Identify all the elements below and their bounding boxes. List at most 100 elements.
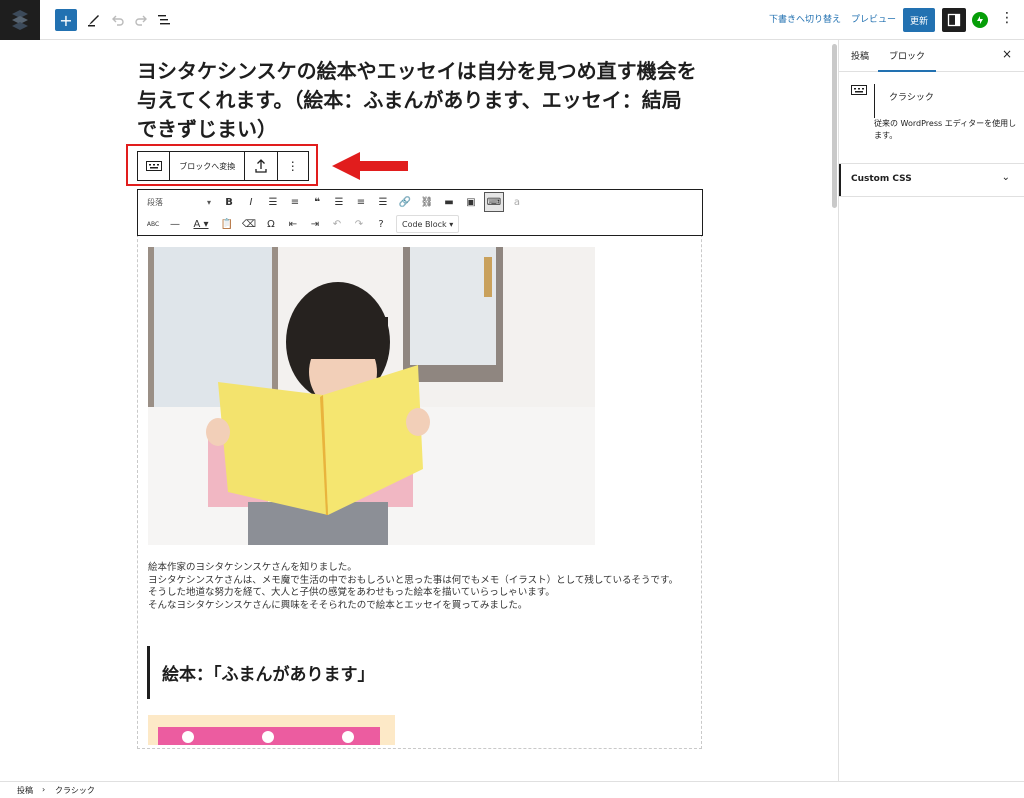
read-more-icon: ▬ bbox=[444, 196, 454, 208]
wordpress-logo[interactable] bbox=[0, 0, 40, 40]
align-center-icon: ≡ bbox=[356, 196, 366, 208]
dropdown-arrow-icon: ▾ bbox=[206, 197, 211, 207]
numbered-list-button[interactable]: ≡ bbox=[286, 193, 304, 211]
align-center-button[interactable]: ≡ bbox=[352, 193, 370, 211]
help-button[interactable]: ? bbox=[372, 215, 390, 233]
tab-block[interactable]: ブロック bbox=[878, 49, 937, 72]
block-type-button[interactable] bbox=[138, 152, 171, 180]
paste-text-button[interactable]: 📋 bbox=[218, 215, 236, 233]
redo-icon: ↷ bbox=[354, 218, 364, 230]
plus-icon: + bbox=[59, 10, 73, 30]
chevron-right-icon: › bbox=[42, 785, 46, 794]
jetpack-button[interactable] bbox=[972, 12, 988, 28]
list-view-icon bbox=[158, 15, 170, 25]
horizontal-line-button[interactable]: — bbox=[166, 215, 184, 233]
classic-editor-toolbar: 段落 ▾ B I ☰ ≡ ❝ ☰ ≡ ☰ 🔗 ⛓ ▬ ▣ ⌨ a ABC — A … bbox=[137, 189, 703, 236]
breadcrumb-post[interactable]: 投稿 bbox=[17, 785, 33, 796]
convert-to-blocks-button[interactable]: ブロックへ変換 bbox=[170, 152, 246, 180]
post-body[interactable]: 絵本作家のヨシタケシンスケさんを知りました。 ヨシタケシンスケさんは、メモ魔で生… bbox=[148, 562, 693, 612]
settings-sidebar: 投稿 ブロック × クラシック 従来の WordPress エディターを使用しま… bbox=[838, 40, 1024, 781]
block-name: クラシック bbox=[889, 93, 934, 103]
amazon-button[interactable]: a bbox=[508, 193, 526, 211]
strikethrough-button[interactable]: ABC bbox=[144, 215, 162, 233]
sidebar-toggle-icon bbox=[947, 13, 961, 27]
redo-icon bbox=[135, 15, 147, 26]
tools-button[interactable] bbox=[86, 8, 102, 32]
close-sidebar-button[interactable]: × bbox=[1002, 47, 1012, 61]
panel-focus-bar bbox=[839, 164, 841, 196]
book-cover-image[interactable] bbox=[148, 715, 395, 745]
book-cover-illustration bbox=[158, 727, 380, 745]
update-button[interactable]: 更新 bbox=[903, 8, 935, 32]
sidebar-tabs: 投稿 ブロック × bbox=[839, 40, 1024, 72]
custom-css-panel[interactable]: Custom CSS ⌄ bbox=[839, 164, 1024, 197]
link-icon: 🔗 bbox=[398, 196, 412, 208]
italic-icon: I bbox=[249, 196, 253, 208]
undo-classic-button[interactable]: ↶ bbox=[328, 215, 346, 233]
bullet-list-button[interactable]: ☰ bbox=[264, 193, 282, 211]
redo-button[interactable] bbox=[133, 8, 149, 32]
toolbar-toggle-button[interactable]: ⌨ bbox=[484, 192, 504, 212]
block-toolbar: ブロックへ変換 ⋮ bbox=[137, 151, 309, 181]
keyboard-icon: ⌨ bbox=[486, 196, 502, 208]
undo-icon: ↶ bbox=[332, 218, 342, 230]
keyboard-icon bbox=[145, 161, 162, 171]
format-select-value: 段落 bbox=[147, 197, 163, 207]
unlink-button[interactable]: ⛓ bbox=[418, 193, 436, 211]
add-block-button[interactable]: + bbox=[55, 9, 77, 31]
horizontal-line-icon: — bbox=[170, 218, 180, 230]
paragraph: 絵本作家のヨシタケシンスケさんを知りました。 bbox=[148, 562, 357, 573]
block-description: 従来の WordPress エディターを使用します。 bbox=[874, 119, 1017, 140]
dropdown-arrow-icon: ▾ bbox=[449, 219, 454, 229]
jetpack-icon bbox=[977, 16, 983, 24]
strikethrough-icon: ABC bbox=[146, 220, 160, 228]
undo-icon bbox=[112, 15, 124, 26]
help-icon: ? bbox=[378, 218, 384, 230]
quote-icon: ❝ bbox=[314, 196, 320, 208]
block-card: クラシック 従来の WordPress エディターを使用します。 bbox=[839, 72, 1024, 164]
block-options-button[interactable]: ⋮ bbox=[278, 152, 308, 180]
move-button[interactable] bbox=[245, 152, 278, 180]
read-more-button[interactable]: ▬ bbox=[440, 193, 458, 211]
document-overview-button[interactable] bbox=[156, 8, 172, 32]
bullet-list-icon: ☰ bbox=[268, 196, 278, 208]
paragraph: そんなヨシタケシンスケさんに興味をそそられたので絵本とエッセイを買ってみました。 bbox=[148, 599, 528, 611]
code-block-select[interactable]: Code Block ▾ bbox=[396, 215, 460, 233]
girl-reading-photo[interactable] bbox=[148, 247, 595, 545]
bold-button[interactable]: B bbox=[220, 193, 238, 211]
breadcrumb-classic[interactable]: クラシック bbox=[55, 785, 95, 796]
undo-button[interactable] bbox=[110, 8, 126, 32]
preview-button[interactable]: プレビュー bbox=[851, 12, 896, 25]
section-heading[interactable]: 絵本：「ふまんがあります」 bbox=[162, 660, 375, 685]
link-button[interactable]: 🔗 bbox=[396, 193, 414, 211]
outdent-icon: ⇤ bbox=[288, 218, 298, 230]
paragraph: ヨシタケシンスケさんは、メモ魔で生活の中でおもしろいと思った事は何でもメモ（イラ… bbox=[148, 574, 679, 586]
unlink-icon: ⛓ bbox=[420, 196, 434, 208]
text-color-button[interactable]: A ▾ bbox=[188, 215, 214, 233]
wordpress-icon bbox=[12, 10, 28, 30]
editor-scrollbar[interactable] bbox=[832, 44, 837, 208]
insert-media-button[interactable]: ▣ bbox=[462, 193, 480, 211]
settings-button[interactable] bbox=[942, 8, 966, 32]
redo-classic-button[interactable]: ↷ bbox=[350, 215, 368, 233]
special-character-button[interactable]: Ω bbox=[262, 215, 280, 233]
editor-header: + 下書きへ切り替え プレビュー 更新 ⋮ bbox=[0, 0, 1024, 40]
indent-button[interactable]: ⇥ bbox=[306, 215, 324, 233]
tab-post[interactable]: 投稿 bbox=[851, 49, 869, 62]
options-menu-button[interactable]: ⋮ bbox=[1000, 10, 1014, 26]
clipboard-icon: 📋 bbox=[220, 218, 234, 230]
format-select[interactable]: 段落 ▾ bbox=[144, 194, 214, 210]
italic-button[interactable]: I bbox=[242, 193, 260, 211]
align-right-icon: ☰ bbox=[378, 196, 388, 208]
align-left-button[interactable]: ☰ bbox=[330, 193, 348, 211]
outdent-button[interactable]: ⇤ bbox=[284, 215, 302, 233]
switch-to-draft-button[interactable]: 下書きへ切り替え bbox=[769, 12, 841, 25]
heading-border bbox=[147, 646, 150, 699]
custom-css-title: Custom CSS bbox=[851, 174, 912, 184]
text-color-icon: A ▾ bbox=[193, 218, 209, 230]
align-right-button[interactable]: ☰ bbox=[374, 193, 392, 211]
post-title[interactable]: ヨシタケシンスケの絵本やエッセイは自分を見つめ直す機会を与えてくれます。（絵本：… bbox=[137, 57, 697, 144]
omega-icon: Ω bbox=[267, 218, 275, 230]
blockquote-button[interactable]: ❝ bbox=[308, 193, 326, 211]
clear-formatting-button[interactable]: ⌫ bbox=[240, 215, 258, 233]
